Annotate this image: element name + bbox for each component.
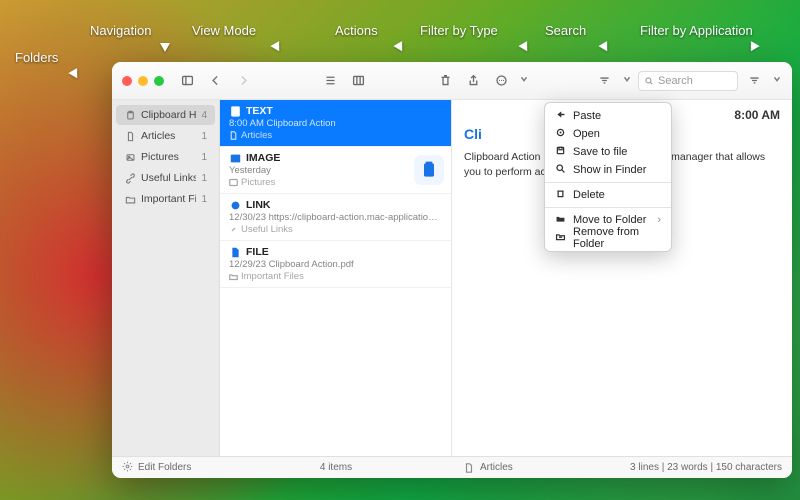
file-kind-icon	[229, 246, 241, 258]
context-menu: Paste Open Save to file Show in Finder D…	[544, 102, 672, 252]
actions-menu-button[interactable]	[491, 71, 513, 91]
menu-paste[interactable]: Paste	[545, 107, 671, 125]
list-item-meta: 8:00 AM Clipboard Action	[229, 118, 442, 129]
menu-save-to-file[interactable]: Save to file	[545, 143, 671, 161]
delete-button[interactable]	[435, 71, 457, 91]
list-item[interactable]: FILE 12/29/23 Clipboard Action.pdf Impor…	[220, 241, 451, 288]
folder-icon	[555, 213, 566, 227]
close-window-button[interactable]	[122, 76, 132, 86]
list-item[interactable]: LINK 12/30/23 https://clipboard-action.m…	[220, 194, 451, 241]
column-view-button[interactable]	[347, 71, 369, 91]
list-item-folder: Pictures	[241, 177, 275, 188]
status-bar: Edit Folders 4 items Articles 3 lines | …	[112, 456, 792, 478]
sidebar-item-count: 1	[201, 173, 207, 184]
search-placeholder: Search	[658, 75, 693, 87]
list-item-kind: IMAGE	[246, 152, 280, 164]
sidebar-item-label: Pictures	[141, 151, 196, 163]
document-icon	[124, 131, 136, 142]
list-item-kind: LINK	[246, 199, 271, 211]
nav-back-button[interactable]	[204, 71, 226, 91]
clipboard-icon	[124, 110, 136, 121]
document-icon	[464, 463, 474, 473]
minimize-window-button[interactable]	[138, 76, 148, 86]
folder-icon	[229, 272, 238, 281]
sidebar-item-articles[interactable]: Articles 1	[116, 126, 215, 146]
list-item-kind: FILE	[246, 246, 269, 258]
menu-delete[interactable]: Delete	[545, 186, 671, 204]
share-button[interactable]	[463, 71, 485, 91]
menu-separator	[545, 182, 671, 183]
app-window: Search Clipboard History 4 Articles 1 Pi…	[112, 62, 792, 478]
text-kind-icon	[229, 105, 241, 117]
finder-icon	[555, 163, 566, 177]
folder-remove-icon	[555, 231, 566, 245]
list-item-folder: Useful Links	[241, 224, 293, 235]
list-view-button[interactable]	[319, 71, 341, 91]
sidebar-item-label: Clipboard History	[141, 109, 196, 121]
filter-app-button[interactable]	[744, 71, 766, 91]
link-icon	[124, 173, 136, 184]
list-item-kind: TEXT	[246, 105, 273, 117]
gear-icon[interactable]	[122, 461, 133, 475]
sidebar-item-count: 1	[201, 131, 207, 142]
status-stats: 3 lines | 23 words | 150 characters	[620, 462, 792, 473]
list-item-folder: Articles	[241, 130, 272, 141]
list-item-folder: Important Files	[241, 271, 304, 282]
link-kind-icon	[229, 199, 241, 211]
save-icon	[555, 145, 566, 159]
menu-separator	[545, 207, 671, 208]
image-kind-icon	[229, 152, 241, 164]
sidebar-item-label: Articles	[141, 130, 196, 142]
search-icon	[644, 76, 654, 86]
link-icon	[229, 225, 238, 234]
sidebar: Clipboard History 4 Articles 1 Pictures …	[112, 100, 220, 456]
sidebar-item-clipboard-history[interactable]: Clipboard History 4	[116, 105, 215, 125]
search-input[interactable]: Search	[638, 71, 738, 91]
paste-icon	[555, 109, 566, 123]
edit-folders-button[interactable]: Edit Folders	[138, 462, 191, 473]
sidebar-item-count: 1	[201, 152, 207, 163]
sidebar-item-important-files[interactable]: Important Files 1	[116, 189, 215, 209]
menu-remove-from-folder[interactable]: Remove from Folder	[545, 229, 671, 247]
clip-list: TEXT 8:00 AM Clipboard Action Articles I…	[220, 100, 452, 456]
menu-open[interactable]: Open	[545, 125, 671, 143]
status-folder: Articles	[480, 462, 513, 473]
sidebar-item-useful-links[interactable]: Useful Links 1	[116, 168, 215, 188]
trash-icon	[555, 188, 566, 202]
toggle-sidebar-button[interactable]	[176, 71, 198, 91]
folder-icon	[124, 194, 136, 205]
open-icon	[555, 127, 566, 141]
zoom-window-button[interactable]	[154, 76, 164, 86]
window-controls	[122, 76, 164, 86]
list-item[interactable]: IMAGE Yesterday Pictures	[220, 147, 451, 194]
list-item-meta: 12/30/23 https://clipboard-action.mac-ap…	[229, 212, 442, 223]
sidebar-item-count: 4	[201, 110, 207, 121]
sidebar-item-pictures[interactable]: Pictures 1	[116, 147, 215, 167]
sidebar-item-label: Useful Links	[141, 172, 196, 184]
filter-app-chevron-icon	[772, 74, 782, 87]
chevron-right-icon: ›	[657, 214, 661, 226]
list-item-meta: Yesterday	[229, 165, 442, 176]
status-count: 4 items	[220, 462, 452, 473]
list-item[interactable]: TEXT 8:00 AM Clipboard Action Articles	[220, 100, 451, 147]
nav-forward-button[interactable]	[232, 71, 254, 91]
image-icon	[124, 152, 136, 163]
filter-type-button[interactable]	[594, 71, 616, 91]
detail-time: 8:00 AM	[734, 108, 780, 122]
menu-show-in-finder[interactable]: Show in Finder	[545, 161, 671, 179]
filter-type-chevron-icon	[622, 74, 632, 87]
actions-menu-chevron-icon	[519, 74, 529, 87]
sidebar-item-count: 1	[201, 194, 207, 205]
document-icon	[229, 131, 238, 140]
image-icon	[229, 178, 238, 187]
list-item-meta: 12/29/23 Clipboard Action.pdf	[229, 259, 442, 270]
toolbar: Search	[112, 62, 792, 100]
sidebar-item-label: Important Files	[141, 193, 196, 205]
